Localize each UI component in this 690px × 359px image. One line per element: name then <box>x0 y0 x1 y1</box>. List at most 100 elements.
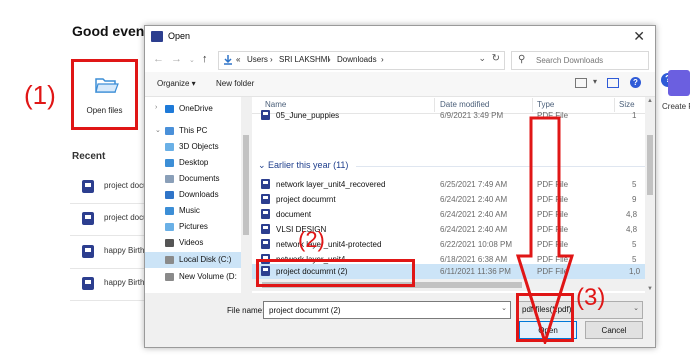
recent-item[interactable]: project docu <box>70 203 148 236</box>
nav-item-desktop[interactable]: Desktop <box>145 155 241 171</box>
create-pdf-label: Create P <box>662 102 690 111</box>
recent-item-name: happy Birth <box>104 246 145 255</box>
app-logo-icon <box>151 31 163 42</box>
new-folder-button[interactable]: New folder <box>216 79 254 88</box>
open-files-button[interactable]: Open files <box>71 59 138 130</box>
file-name-input[interactable] <box>267 303 496 318</box>
nav-item-label: Desktop <box>179 158 209 167</box>
organize-menu[interactable]: Organize ▾ <box>157 79 196 88</box>
nav-item-3d-objects[interactable]: 3D Objects <box>145 139 241 155</box>
file-date: 6/11/2021 11:36 PM <box>440 267 511 276</box>
annotation-step-1: (1) <box>24 80 56 110</box>
chevron-down-icon[interactable]: ⌄ <box>633 304 639 312</box>
volume-icon <box>165 273 174 281</box>
nav-item-new-volume[interactable]: New Volume (D: <box>145 269 241 285</box>
nav-item-videos[interactable]: Videos <box>145 235 241 251</box>
scrollbar-thumb[interactable] <box>243 135 249 235</box>
file-name-label: File name: <box>227 306 265 315</box>
breadcrumb-separator: › <box>328 55 331 64</box>
dialog-title: Open <box>168 31 191 41</box>
navigation-bar: ← → ⌄ ↑ « Users › SRI LAKSHMI › Download… <box>145 48 655 72</box>
nav-item-onedrive[interactable]: › OneDrive <box>145 101 241 117</box>
recent-item[interactable]: happy Birth <box>70 268 148 301</box>
download-folder-icon <box>224 55 232 65</box>
view-dropdown-icon[interactable]: ▾ <box>593 77 597 86</box>
recent-item[interactable]: project docu <box>70 171 148 204</box>
address-bar[interactable]: « Users › SRI LAKSHMI › Downloads › ⌄ ↻ <box>218 51 505 70</box>
file-name: 05_June_puppies <box>276 111 340 120</box>
disk-icon <box>165 256 174 264</box>
nav-item-label: Videos <box>179 238 204 247</box>
nav-pane-scrollbar[interactable] <box>241 97 251 293</box>
refresh-icon[interactable]: ↻ <box>492 53 500 64</box>
collapse-chevron-icon[interactable]: ⌄ <box>155 126 161 134</box>
pdf-file-icon <box>261 209 270 219</box>
breadcrumb-user[interactable]: SRI LAKSHMI <box>279 55 330 64</box>
nav-item-local-disk[interactable]: Local Disk (C:) <box>145 252 241 268</box>
scroll-down-icon[interactable]: ▼ <box>647 286 653 292</box>
back-arrow-icon[interactable]: ← <box>153 53 164 65</box>
pdf-file-icon <box>82 180 94 193</box>
nav-item-downloads[interactable]: Downloads <box>145 187 241 203</box>
pdf-file-icon <box>82 212 94 225</box>
file-date: 6/24/2021 2:40 AM <box>440 195 508 204</box>
dialog-toolbar: Organize ▾ New folder ▾ ? <box>145 72 655 97</box>
breadcrumb-overflow[interactable]: « <box>236 55 240 64</box>
recent-item[interactable]: happy Birth <box>70 236 148 269</box>
right-strip: ? Create P <box>650 60 690 120</box>
file-row[interactable]: document 6/24/2021 2:40 AM PDF File 4,8 <box>252 207 645 222</box>
file-size: 9 <box>632 195 637 204</box>
breadcrumb-separator: › <box>381 55 384 64</box>
create-pdf-icon[interactable] <box>668 70 690 96</box>
chevron-down-icon[interactable]: ⌄ <box>501 304 507 312</box>
file-size: 4,8 <box>626 210 638 219</box>
breadcrumb-users[interactable]: Users <box>247 55 268 64</box>
annotation-step-2: (2) <box>298 227 325 252</box>
nav-item-label: Music <box>179 206 200 215</box>
file-date: 6/25/2021 7:49 AM <box>440 180 508 189</box>
nav-item-music[interactable]: Music <box>145 203 241 219</box>
file-name: project documrnt <box>276 195 336 204</box>
group-divider <box>356 166 645 167</box>
file-row[interactable]: 05_June_puppies 6/9/2021 3:49 PM PDF Fil… <box>252 108 645 123</box>
pdf-file-icon <box>82 277 94 290</box>
file-name: network layer_unit4-protected <box>276 240 382 249</box>
file-row[interactable]: project documrnt 6/24/2021 2:40 AM PDF F… <box>252 192 645 207</box>
forward-arrow-icon[interactable]: → <box>171 53 182 65</box>
view-options-icon[interactable] <box>575 78 587 88</box>
address-dropdown-icon[interactable]: ⌄ <box>478 53 486 64</box>
pdf-file-icon <box>261 224 270 234</box>
nav-item-documents[interactable]: Documents <box>145 171 241 187</box>
pictures-icon <box>165 223 174 231</box>
open-files-label: Open files <box>86 106 123 115</box>
nav-item-label: Downloads <box>179 190 219 199</box>
group-header[interactable]: ⌄ Earlier this year (11) <box>258 160 348 171</box>
nav-item-this-pc[interactable]: ⌄ This PC <box>145 123 241 139</box>
annotation-step-3: (3) <box>576 284 606 311</box>
breadcrumb-downloads[interactable]: Downloads <box>337 55 377 64</box>
search-box[interactable]: ⚲ <box>511 51 649 70</box>
file-list-scrollbar[interactable]: ▲ ▼ <box>645 97 655 293</box>
help-icon[interactable]: ? <box>630 77 641 88</box>
nav-item-label: Pictures <box>179 222 208 231</box>
file-size: 4,8 <box>626 225 638 234</box>
recent-locations-chevron-icon[interactable]: ⌄ <box>189 56 195 64</box>
scrollbar-thumb[interactable] <box>647 135 653 195</box>
nav-item-label: OneDrive <box>179 104 213 113</box>
nav-item-label: Documents <box>179 174 220 183</box>
file-row[interactable]: network layer_unit4_recovered 6/25/2021 … <box>252 177 645 192</box>
pdf-file-icon <box>261 110 270 120</box>
recent-item-name: project docu <box>104 213 148 222</box>
nav-item-pictures[interactable]: Pictures <box>145 219 241 235</box>
file-size: 1 <box>632 111 637 120</box>
computer-icon <box>165 127 174 135</box>
close-icon[interactable]: ✕ <box>633 28 645 45</box>
search-input[interactable] <box>534 53 646 68</box>
up-arrow-icon[interactable]: ↑ <box>202 53 208 65</box>
file-name-combobox[interactable]: ⌄ <box>263 301 511 319</box>
preview-pane-icon[interactable] <box>607 78 619 88</box>
download-icon <box>165 191 174 199</box>
expand-chevron-icon[interactable]: › <box>155 104 157 111</box>
scroll-up-icon[interactable]: ▲ <box>647 98 653 104</box>
cancel-button[interactable]: Cancel <box>585 321 643 339</box>
